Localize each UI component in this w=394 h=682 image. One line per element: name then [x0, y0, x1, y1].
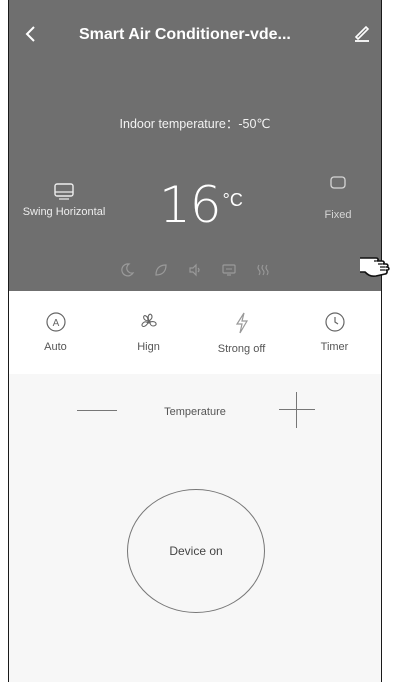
- page-title: Smart Air Conditioner-vde...: [79, 26, 291, 43]
- function-icon-row: [9, 262, 381, 278]
- mode-fan-label: Hign: [137, 341, 160, 353]
- swing-icon: [54, 183, 74, 200]
- set-temperature-value: 16: [159, 176, 222, 234]
- mode-fan-button[interactable]: Hign: [109, 311, 189, 374]
- temperature-unit: °C: [222, 190, 243, 210]
- mode-strong-label: Strong off: [217, 343, 266, 355]
- svg-text:A: A: [52, 318, 59, 329]
- mode-timer-button[interactable]: Timer: [295, 311, 375, 374]
- temperature-label: Temperature: [164, 406, 226, 418]
- back-button[interactable]: [21, 24, 41, 44]
- swing-horizontal-button[interactable]: Swing Horizontal: [9, 182, 119, 218]
- set-temperature: 16 °C: [159, 176, 243, 234]
- sleep-icon[interactable]: [119, 262, 135, 278]
- chevron-left-icon: [25, 26, 35, 42]
- mode-timer-label: Timer: [320, 341, 349, 353]
- temperature-row: Temperature: [9, 374, 381, 454]
- clock-icon: [324, 312, 345, 332]
- lightning-icon: [235, 312, 248, 334]
- display-icon[interactable]: [221, 262, 237, 278]
- top-bar: Smart Air Conditioner-vde...: [9, 0, 381, 70]
- sound-icon[interactable]: [187, 262, 203, 278]
- fan-icon: [140, 313, 157, 327]
- power-area: Device on: [9, 454, 381, 682]
- pointing-hand-icon: [360, 257, 390, 277]
- fixed-label: Fixed: [324, 209, 352, 221]
- mode-strong-button[interactable]: Strong off: [202, 311, 282, 374]
- mode-auto-button[interactable]: A Auto: [16, 311, 96, 374]
- edit-button[interactable]: [353, 24, 371, 42]
- increase-temperature-button[interactable]: [279, 392, 315, 428]
- fixed-button[interactable]: Fixed: [313, 175, 363, 221]
- mode-auto-label: Auto: [44, 341, 67, 353]
- power-label: Device on: [169, 544, 223, 558]
- eco-icon[interactable]: [153, 262, 169, 278]
- fixed-icon: [330, 176, 346, 189]
- swing-label: Swing Horizontal: [22, 206, 106, 218]
- heat-icon[interactable]: [255, 262, 271, 278]
- indoor-temperature: Indoor temperature：-50℃: [119, 117, 271, 131]
- status-panel: Smart Air Conditioner-vde... Indoor temp…: [9, 0, 381, 291]
- mode-row: A Auto Hign Strong off Timer: [9, 291, 381, 374]
- auto-mode-icon: A: [45, 312, 66, 332]
- edit-icon: [354, 25, 370, 42]
- power-button[interactable]: Device on: [127, 489, 265, 613]
- app-frame: Smart Air Conditioner-vde... Indoor temp…: [8, 0, 382, 682]
